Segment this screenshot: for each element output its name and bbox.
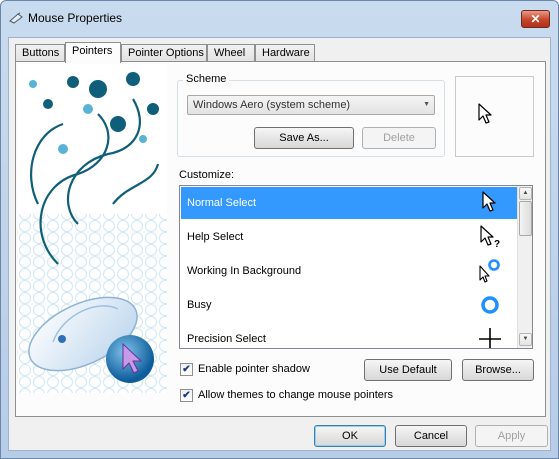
list-item-label: Normal Select <box>187 197 257 209</box>
list-item-label: Precision Select <box>187 333 266 345</box>
tab-wheel[interactable]: Wheel <box>207 44 255 62</box>
arrow-cursor-icon <box>478 103 492 124</box>
working-cursor-icon <box>479 259 500 283</box>
list-scrollbar[interactable]: ▲ ▼ <box>517 186 532 348</box>
cursor-list[interactable]: Normal Select Help Select ? Working In B… <box>179 185 533 349</box>
scroll-down-icon[interactable]: ▼ <box>519 333 532 346</box>
svg-text:?: ? <box>494 239 500 249</box>
mouse-properties-window: Mouse Properties ✕ Buttons Pointers Poin… <box>0 0 559 459</box>
scheme-group: Windows Aero (system scheme) ▼ Save As..… <box>177 80 445 157</box>
dialog-client: Buttons Pointers Pointer Options Wheel H… <box>8 37 551 451</box>
close-button[interactable]: ✕ <box>521 10 550 28</box>
list-item-busy[interactable]: Busy <box>181 289 518 321</box>
busy-cursor-icon <box>481 296 499 314</box>
cancel-button[interactable]: Cancel <box>395 425 467 447</box>
scroll-thumb[interactable] <box>519 201 532 236</box>
mouse-app-icon <box>9 12 23 24</box>
window-title: Mouse Properties <box>28 11 123 25</box>
list-item-normal-select[interactable]: Normal Select <box>181 187 518 219</box>
enable-shadow-checkbox[interactable]: ✔ <box>180 363 193 376</box>
crosshair-cursor-icon <box>479 328 501 348</box>
list-item-label: Help Select <box>187 231 244 243</box>
tab-hardware[interactable]: Hardware <box>255 44 315 62</box>
pointers-panel: Windows Aero (system scheme) ▼ Save As..… <box>15 61 546 417</box>
tab-pointer-options[interactable]: Pointer Options <box>121 44 207 62</box>
help-cursor-icon: ? <box>480 225 500 249</box>
enable-shadow-label: Enable pointer shadow <box>198 363 310 375</box>
list-item-working-in-background[interactable]: Working In Background <box>181 255 518 287</box>
use-default-button[interactable]: Use Default <box>364 359 452 381</box>
tab-buttons[interactable]: Buttons <box>15 44 65 62</box>
list-item-label: Working In Background <box>187 265 302 277</box>
customize-label: Customize: <box>179 169 235 181</box>
chevron-down-icon: ▼ <box>423 101 430 108</box>
arrow-cursor-icon <box>482 191 496 212</box>
scheme-selected: Windows Aero (system scheme) <box>193 99 351 111</box>
scroll-up-icon[interactable]: ▲ <box>519 187 532 200</box>
title-bar[interactable]: Mouse Properties ✕ <box>1 1 558 35</box>
browse-button[interactable]: Browse... <box>462 359 534 381</box>
list-item-help-select[interactable]: Help Select ? <box>181 221 518 253</box>
list-item-label: Busy <box>187 299 212 311</box>
scheme-group-label: Scheme <box>183 73 230 85</box>
apply-button[interactable]: Apply <box>475 425 548 447</box>
list-item-precision-select[interactable]: Precision Select <box>181 323 518 348</box>
save-as-button[interactable]: Save As... <box>254 127 354 149</box>
ok-button[interactable]: OK <box>314 425 386 447</box>
delete-button[interactable]: Delete <box>362 127 436 149</box>
tab-pointers[interactable]: Pointers <box>65 42 121 63</box>
allow-themes-label: Allow themes to change mouse pointers <box>198 389 394 401</box>
mouse-illustration <box>18 64 167 393</box>
allow-themes-checkbox[interactable]: ✔ <box>180 389 193 402</box>
scheme-dropdown[interactable]: Windows Aero (system scheme) ▼ <box>187 95 435 115</box>
pointer-preview <box>455 76 534 157</box>
